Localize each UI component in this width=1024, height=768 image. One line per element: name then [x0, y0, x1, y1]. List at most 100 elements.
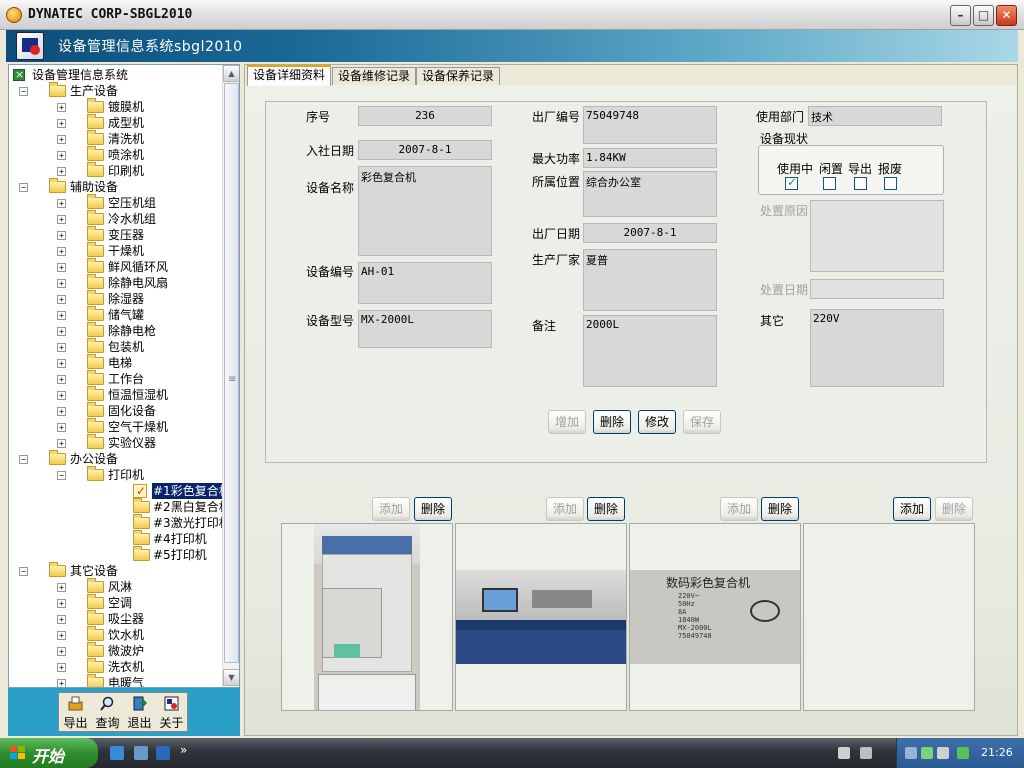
- tree-node[interactable]: + 饮水机: [9, 626, 219, 643]
- photo-slot-1[interactable]: [281, 523, 453, 711]
- maker-field[interactable]: 夏普: [583, 249, 717, 311]
- expand-icon[interactable]: +: [57, 263, 66, 272]
- other-field[interactable]: 220V: [810, 309, 944, 387]
- photo-slot-3[interactable]: 数码彩色复合机 220V~ 50Hz 8A 1840W MX-2000L 750…: [629, 523, 801, 711]
- expand-icon[interactable]: +: [57, 135, 66, 144]
- tree-node[interactable]: + 固化设备: [9, 402, 219, 419]
- collapse-icon[interactable]: −: [19, 455, 28, 464]
- tree-node[interactable]: + 除静电枪: [9, 322, 219, 339]
- tree-node[interactable]: #2黑白复合机: [9, 498, 223, 515]
- status-idle-checkbox[interactable]: [823, 177, 836, 190]
- expand-icon[interactable]: +: [57, 391, 66, 400]
- expand-icon[interactable]: +: [57, 375, 66, 384]
- about-button[interactable]: 关于: [156, 693, 187, 731]
- tree-node[interactable]: − 生产设备: [9, 82, 219, 99]
- exit-button[interactable]: 退出: [124, 693, 155, 731]
- expand-icon[interactable]: +: [57, 407, 66, 416]
- expand-icon[interactable]: +: [57, 343, 66, 352]
- collapse-icon[interactable]: −: [57, 471, 66, 480]
- pen-icon[interactable]: [860, 747, 872, 759]
- tree-node[interactable]: + 变压器: [9, 226, 219, 243]
- tree-node[interactable]: #4打印机: [9, 530, 219, 547]
- tree-node[interactable]: + 成型机: [9, 114, 219, 131]
- power-field[interactable]: 1.84KW: [583, 148, 717, 168]
- tree-node[interactable]: + 空压机组: [9, 194, 219, 211]
- tree-scrollbar[interactable]: ▲ ▼: [222, 65, 239, 687]
- add-record-button[interactable]: 增加: [548, 410, 586, 434]
- expand-icon[interactable]: +: [57, 167, 66, 176]
- factory-no-field[interactable]: 75049748: [583, 106, 717, 144]
- photo-3-delete-button[interactable]: 删除: [761, 497, 799, 521]
- entry-date-field[interactable]: 2007-8-1: [358, 140, 492, 160]
- factory-date-field[interactable]: 2007-8-1: [583, 223, 717, 243]
- disposal-reason-field[interactable]: [810, 200, 944, 272]
- tree-node[interactable]: + 空调: [9, 594, 219, 611]
- ie-icon[interactable]: [110, 746, 124, 760]
- collapse-icon[interactable]: −: [19, 567, 28, 576]
- volume-icon[interactable]: [937, 747, 949, 759]
- tree-node[interactable]: #1彩色复合机: [9, 482, 223, 500]
- expand-icon[interactable]: +: [57, 231, 66, 240]
- tree-node[interactable]: + 冷水机组: [9, 210, 219, 227]
- minimize-button[interactable]: –: [950, 5, 971, 26]
- expand-icon[interactable]: +: [57, 151, 66, 160]
- delete-record-button[interactable]: 删除: [593, 410, 631, 434]
- expand-icon[interactable]: +: [57, 583, 66, 592]
- expand-icon[interactable]: +: [57, 103, 66, 112]
- tree-node[interactable]: + 风淋: [9, 578, 219, 595]
- location-field[interactable]: 综合办公室: [583, 171, 717, 217]
- expand-icon[interactable]: +: [57, 199, 66, 208]
- status-exported-checkbox[interactable]: [854, 177, 867, 190]
- status-in-use-checkbox[interactable]: [785, 175, 798, 190]
- photo-4-delete-button[interactable]: 删除: [935, 497, 973, 521]
- tree-node[interactable]: + 吸尘器: [9, 610, 219, 627]
- tree-node[interactable]: + 鲜风循环风: [9, 258, 219, 275]
- quicklaunch-more-icon[interactable]: »: [180, 743, 187, 757]
- expand-icon[interactable]: +: [57, 439, 66, 448]
- save-record-button[interactable]: 保存: [683, 410, 721, 434]
- photo-4-add-button[interactable]: 添加: [893, 497, 931, 521]
- remark-field[interactable]: 2000L: [583, 315, 717, 387]
- expand-icon[interactable]: +: [57, 311, 66, 320]
- photo-1-delete-button[interactable]: 删除: [414, 497, 452, 521]
- maximize-button[interactable]: □: [973, 5, 994, 26]
- expand-icon[interactable]: +: [57, 631, 66, 640]
- tree-node[interactable]: + 干燥机: [9, 242, 219, 259]
- photo-3-add-button[interactable]: 添加: [720, 497, 758, 521]
- antivirus-icon[interactable]: [957, 747, 969, 759]
- tree-node[interactable]: − 打印机: [9, 466, 219, 483]
- expand-icon[interactable]: +: [57, 663, 66, 672]
- tree-node[interactable]: + 实验仪器: [9, 434, 219, 451]
- expand-icon[interactable]: +: [57, 279, 66, 288]
- expand-icon[interactable]: +: [57, 679, 66, 687]
- disposal-date-field[interactable]: [810, 279, 944, 299]
- photo-slot-2[interactable]: [455, 523, 627, 711]
- tree-node[interactable]: + 清洗机: [9, 130, 219, 147]
- photo-slot-4[interactable]: [803, 523, 975, 711]
- tab-details[interactable]: 设备详细资料: [247, 65, 332, 86]
- explorer-icon[interactable]: [156, 746, 170, 760]
- keyboard-icon[interactable]: [838, 747, 850, 759]
- tree-node[interactable]: + 储气罐: [9, 306, 219, 323]
- equipment-tree[interactable]: 设备管理信息系统 −生产设备+镀膜机+成型机+清洗机+喷涂机+印刷机−辅助设备+…: [9, 65, 223, 687]
- tree-node[interactable]: + 恒温恒湿机: [9, 386, 219, 403]
- network-icon[interactable]: [905, 747, 917, 759]
- tree-node[interactable]: + 印刷机: [9, 162, 219, 179]
- collapse-icon[interactable]: −: [19, 87, 28, 96]
- expand-icon[interactable]: +: [57, 119, 66, 128]
- start-button[interactable]: 开始: [0, 738, 98, 768]
- tree-node[interactable]: + 喷涂机: [9, 146, 219, 163]
- photo-2-add-button[interactable]: 添加: [546, 497, 584, 521]
- expand-icon[interactable]: +: [57, 295, 66, 304]
- tree-node[interactable]: − 辅助设备: [9, 178, 219, 195]
- seq-field[interactable]: 236: [358, 106, 492, 126]
- expand-icon[interactable]: +: [57, 599, 66, 608]
- tree-node[interactable]: + 电梯: [9, 354, 219, 371]
- tree-node[interactable]: + 除静电风扇: [9, 274, 219, 291]
- export-button[interactable]: 导出: [60, 693, 91, 731]
- tree-node[interactable]: + 微波炉: [9, 642, 219, 659]
- expand-icon[interactable]: +: [57, 247, 66, 256]
- status-scrapped-checkbox[interactable]: [884, 177, 897, 190]
- expand-icon[interactable]: +: [57, 615, 66, 624]
- scroll-down-button[interactable]: ▼: [223, 669, 239, 686]
